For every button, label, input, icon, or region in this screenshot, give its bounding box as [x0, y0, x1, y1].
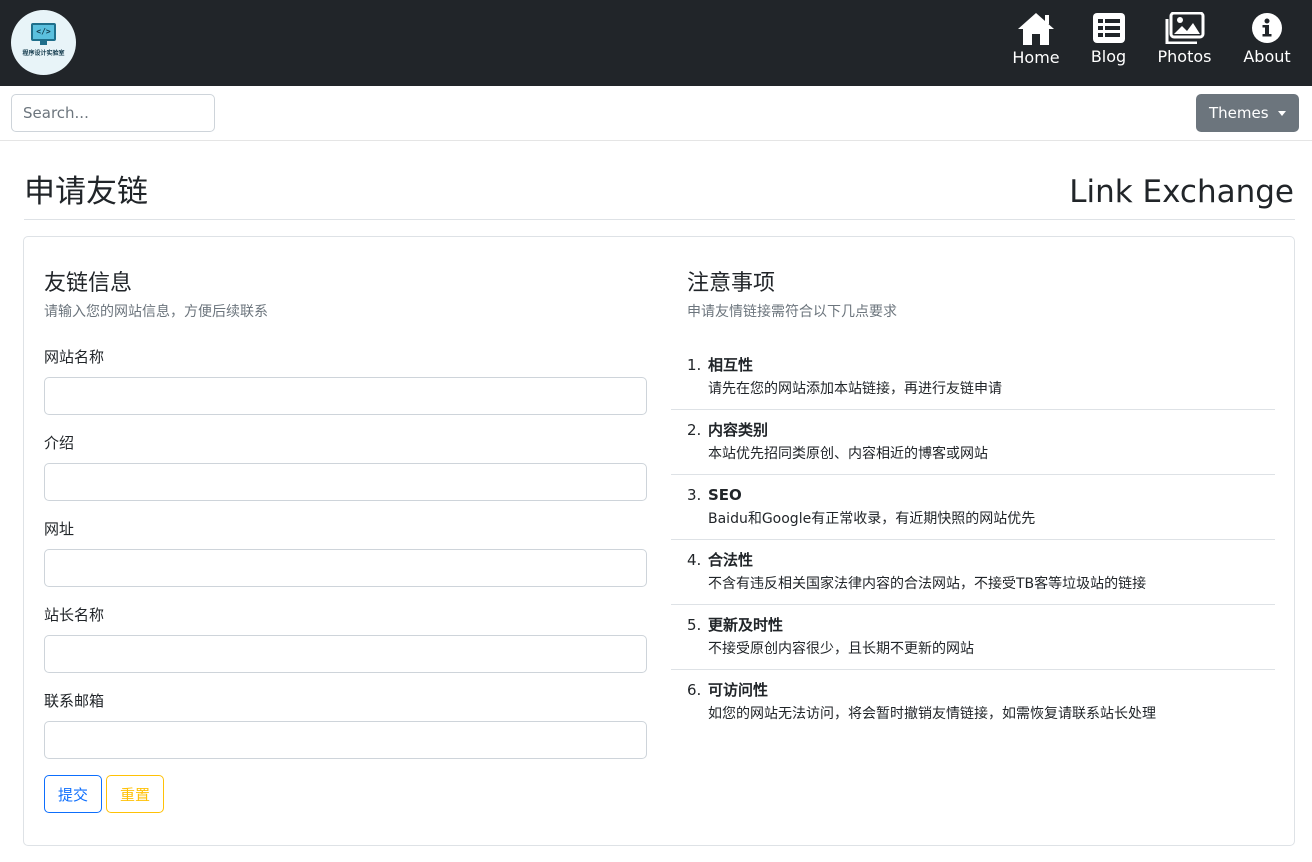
- note-heading: 内容类别: [708, 421, 769, 439]
- note-description: Baidu和Google有正常收录，有近期快照的网站优先: [708, 511, 1036, 527]
- themes-dropdown-button[interactable]: Themes: [1196, 94, 1299, 132]
- nav-home[interactable]: Home: [1006, 12, 1066, 72]
- note-heading: 合法性: [708, 551, 754, 569]
- note-number: 5.: [687, 616, 702, 634]
- list-icon: [1092, 13, 1125, 43]
- note-heading: SEO: [708, 486, 742, 504]
- intro-label: 介绍: [44, 434, 75, 452]
- page-title-en: Link Exchange: [1069, 174, 1294, 210]
- note-number: 6.: [687, 681, 702, 699]
- email-label: 联系邮箱: [44, 692, 105, 710]
- note-description: 如您的网站无法访问，将会暂时撤销友情链接，如需恢复请联系站长处理: [708, 706, 1156, 722]
- note-description: 不含有违反相关国家法律内容的合法网站，不接受TB客等垃圾站的链接: [708, 576, 1147, 592]
- nav-photos-label: Photos: [1157, 47, 1212, 66]
- submit-button[interactable]: 提交: [44, 775, 102, 813]
- link-exchange-card: 友链信息 请输入您的网站信息，方便后续联系 网站名称 介绍 网址 站长名称 联系…: [23, 236, 1295, 846]
- info-icon: [1252, 13, 1282, 43]
- nav-photos[interactable]: Photos: [1152, 12, 1217, 72]
- nav-about[interactable]: About: [1238, 12, 1296, 72]
- list-item: 5. 更新及时性 不接受原创内容很少，且长期不更新的网站: [671, 605, 1275, 670]
- images-icon: [1165, 12, 1204, 44]
- code-glyph: </>: [36, 27, 51, 36]
- note-description: 不接受原创内容很少，且长期不更新的网站: [708, 641, 974, 657]
- url-input[interactable]: [44, 549, 647, 587]
- notes-list: 1. 相互性 请先在您的网站添加本站链接，再进行友链申请 2. 内容类别 本站优…: [671, 345, 1275, 735]
- caret-down-icon: [1278, 111, 1286, 116]
- form-title: 友链信息: [44, 271, 133, 296]
- reset-button[interactable]: 重置: [106, 775, 164, 813]
- nav-blog[interactable]: Blog: [1081, 12, 1136, 72]
- nav-home-label: Home: [1012, 48, 1060, 67]
- note-number: 4.: [687, 551, 702, 569]
- note-number: 1.: [687, 356, 702, 374]
- note-description: 本站优先招同类原创、内容相近的博客或网站: [708, 446, 988, 462]
- note-heading: 相互性: [708, 356, 754, 374]
- notes-title: 注意事项: [687, 271, 776, 296]
- list-item: 4. 合法性 不含有违反相关国家法律内容的合法网站，不接受TB客等垃圾站的链接: [671, 540, 1275, 605]
- themes-label: Themes: [1209, 104, 1269, 122]
- form-subtitle: 请输入您的网站信息，方便后续联系: [44, 304, 268, 320]
- note-number: 3.: [687, 486, 702, 504]
- note-number: 2.: [687, 421, 702, 439]
- title-divider: [24, 219, 1295, 220]
- intro-input[interactable]: [44, 463, 647, 501]
- note-heading: 更新及时性: [708, 616, 784, 634]
- page-title: 申请友链: [24, 174, 148, 210]
- search-input[interactable]: [11, 94, 215, 132]
- notes-subtitle: 申请友情链接需符合以下几点要求: [687, 304, 897, 320]
- nav-about-label: About: [1243, 47, 1291, 66]
- url-label: 网址: [44, 520, 75, 538]
- list-item: 3. SEO Baidu和Google有正常收录，有近期快照的网站优先: [671, 475, 1275, 540]
- list-item: 2. 内容类别 本站优先招同类原创、内容相近的博客或网站: [671, 410, 1275, 475]
- email-input[interactable]: [44, 721, 647, 759]
- note-description: 请先在您的网站添加本站链接，再进行友链申请: [708, 381, 1002, 397]
- site-name-input[interactable]: [44, 377, 647, 415]
- list-item: 6. 可访问性 如您的网站无法访问，将会暂时撤销友情链接，如需恢复请联系站长处理: [671, 670, 1275, 735]
- list-item: 1. 相互性 请先在您的网站添加本站链接，再进行友链申请: [671, 345, 1275, 410]
- site-name-label: 网站名称: [44, 348, 105, 366]
- home-icon: [1018, 13, 1054, 45]
- toolbar: Themes: [0, 86, 1312, 141]
- note-heading: 可访问性: [708, 681, 769, 699]
- nav-blog-label: Blog: [1090, 47, 1127, 66]
- monitor-stand: [40, 41, 47, 45]
- logo-title: 程序设计实验室: [22, 50, 65, 57]
- owner-name-input[interactable]: [44, 635, 647, 673]
- owner-name-label: 站长名称: [44, 606, 105, 624]
- site-logo[interactable]: </> 程序设计实验室: [11, 10, 76, 75]
- top-navbar: </> 程序设计实验室 Home Blog Photos About: [0, 0, 1312, 86]
